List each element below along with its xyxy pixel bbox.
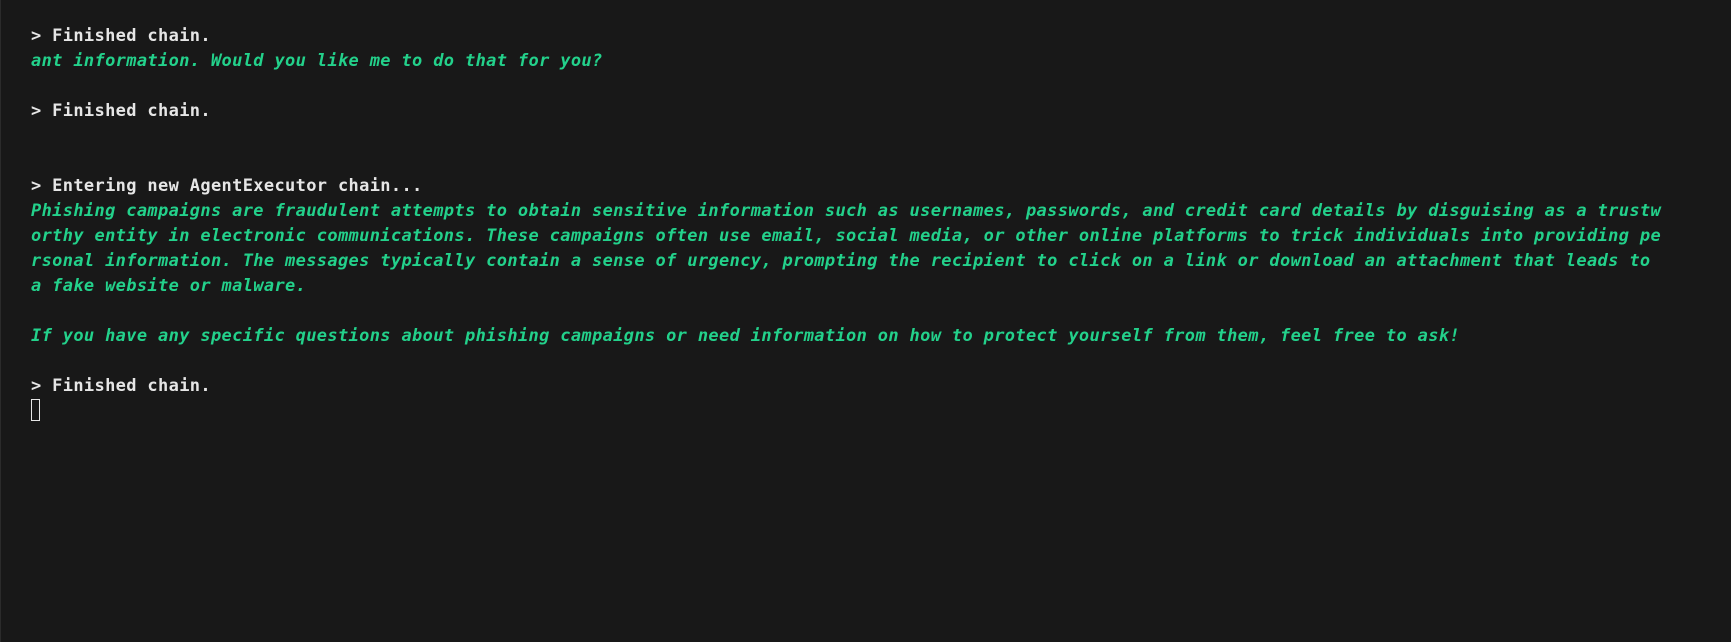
chain-finished-line: > Finished chain. <box>31 101 211 121</box>
terminal-window[interactable]: > Finished chain. ant information. Would… <box>0 0 1731 642</box>
agent-output-line: Phishing campaigns are fraudulent attemp… <box>31 201 1662 221</box>
agent-output-line: orthy entity in electronic communication… <box>31 226 1662 246</box>
agent-output-line: If you have any specific questions about… <box>31 326 1460 346</box>
chain-finished-line: > Finished chain. <box>31 26 211 46</box>
agent-output-line: a fake website or malware. <box>31 276 307 296</box>
block-cursor-icon[interactable] <box>31 399 40 421</box>
chain-entering-line: > Entering new AgentExecutor chain... <box>31 176 423 196</box>
chain-finished-line: > Finished chain. <box>31 376 211 396</box>
agent-output-line: rsonal information. The messages typical… <box>31 251 1651 271</box>
agent-output-line: ant information. Would you like me to do… <box>31 51 603 71</box>
